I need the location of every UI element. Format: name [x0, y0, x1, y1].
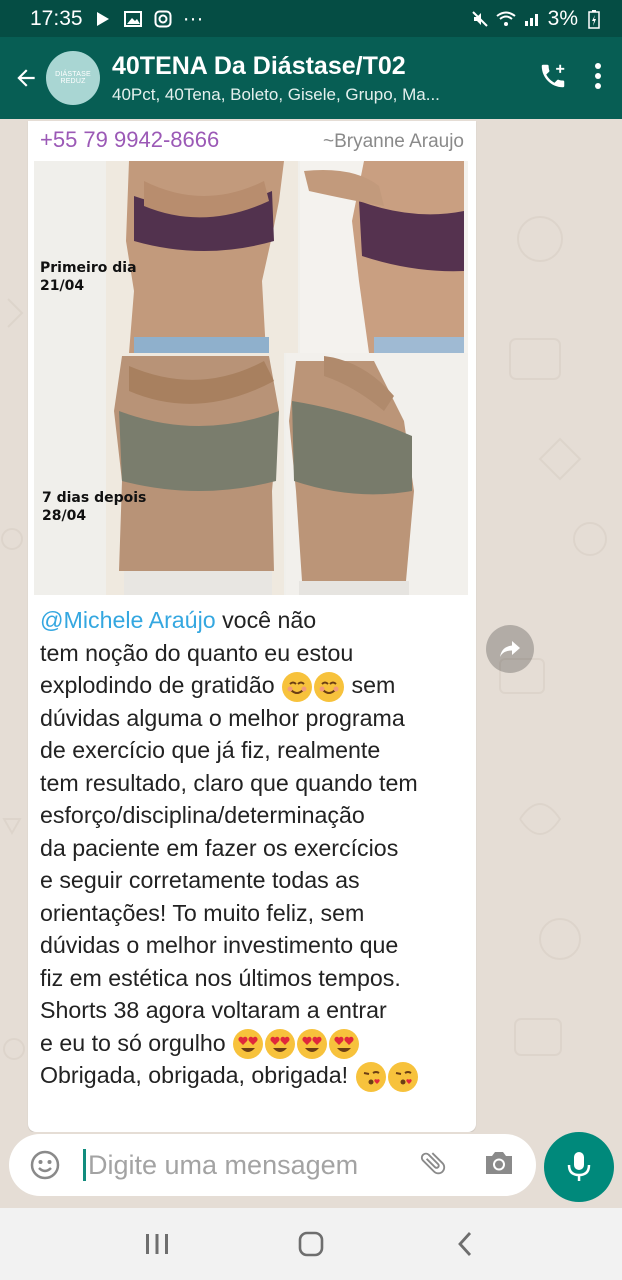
heart-eyes-emoji — [329, 1029, 360, 1060]
caption-first-day: Primeiro dia — [40, 260, 137, 276]
text-line-9: e seguir corretamente todas as — [40, 867, 360, 893]
smiley-icon — [30, 1150, 60, 1180]
wifi-icon — [496, 9, 516, 29]
notification-more: ··· — [182, 6, 204, 30]
heart-eyes-emoji — [297, 1029, 328, 1060]
text-line-2: tem noção do quanto eu estou — [40, 639, 354, 666]
sender-alias: ~Bryanne Araujo — [322, 131, 464, 152]
camera-button[interactable] — [482, 1146, 516, 1180]
caption-seven-days: 7 dias depois — [42, 490, 147, 506]
back-nav-button[interactable] — [443, 1222, 487, 1266]
text-line-1: @Michele Araújo você não — [40, 607, 317, 633]
recent-apps-button[interactable] — [135, 1222, 179, 1266]
back-button[interactable] — [6, 58, 46, 98]
text-line-11: dúvidas o melhor investimento que — [40, 932, 399, 958]
message-input-container[interactable] — [9, 1134, 536, 1196]
sender-row: +55 79 9942-8666 ~Bryanne Araujo — [40, 127, 464, 153]
before-after-photo — [34, 161, 468, 595]
smiling-face-emoji — [314, 671, 345, 702]
gallery-icon — [123, 9, 143, 29]
group-participants: 40Pct, 40Tena, Boleto, Gisele, Grupo, Ma… — [112, 84, 440, 104]
chat-title-block[interactable]: 40TENA Da Diástase/T02 40Pct, 40Tena, Bo… — [112, 52, 492, 105]
avatar-text: DIÁSTASE REDUZ — [55, 71, 91, 85]
caption-first-date: 21/04 — [40, 278, 85, 294]
text-line-4: dúvidas alguma o melhor programa — [40, 704, 405, 731]
text-line-15: Obrigada, obrigada, obrigada! — [40, 1060, 472, 1093]
message-bubble[interactable]: +55 79 9942-8666 ~Bryanne Araujo Primeir… — [28, 121, 476, 1132]
text-line-7: esforço/disciplina/determinação — [40, 802, 365, 828]
status-bar: 17:35 ··· 3% — [0, 0, 622, 37]
smiling-face-emoji — [282, 671, 313, 702]
sender-phone[interactable]: +55 79 9942-8666 — [40, 127, 219, 153]
text-line-3: explodindo de gratidão sem — [40, 670, 472, 703]
group-title: 40TENA Da Diástase/T02 — [112, 51, 406, 80]
text-line-8: da paciente em fazer os exercícios — [40, 834, 399, 861]
home-button[interactable] — [289, 1222, 333, 1266]
signal-icon — [522, 9, 542, 29]
more-menu-button[interactable] — [594, 62, 602, 95]
mute-icon — [470, 9, 490, 29]
text-line-14: e eu to só orgulho — [40, 1028, 472, 1061]
heart-eyes-emoji — [233, 1029, 264, 1060]
text-line-5: de exercício que já fiz, realmente — [40, 737, 381, 763]
voice-message-button[interactable] — [544, 1132, 614, 1202]
forward-icon — [500, 641, 520, 657]
chat-area[interactable]: +55 79 9942-8666 ~Bryanne Araujo Primeir… — [0, 119, 622, 1132]
more-vertical-icon — [595, 62, 601, 89]
microphone-icon — [567, 1152, 591, 1181]
add-call-button[interactable] — [538, 61, 568, 96]
heart-eyes-emoji — [265, 1029, 296, 1060]
face-blowing-kiss-emoji — [355, 1061, 386, 1092]
message-text: @Michele Araújo você não tem noção do qu… — [40, 605, 472, 1093]
recent-apps-icon — [146, 1234, 168, 1254]
message-input[interactable] — [88, 1149, 418, 1181]
caption-seven-date: 28/04 — [42, 508, 87, 524]
camera-icon — [486, 1152, 512, 1174]
attach-button[interactable] — [416, 1146, 450, 1180]
arrow-left-icon — [17, 69, 35, 87]
compose-bar — [0, 1132, 622, 1208]
system-navigation-bar — [0, 1208, 622, 1280]
phone-plus-icon — [541, 64, 565, 87]
forward-button[interactable] — [486, 625, 534, 673]
status-time: 17:35 — [30, 6, 83, 30]
instagram-icon — [153, 9, 173, 29]
paperclip-icon — [420, 1152, 446, 1175]
chevron-left-icon — [458, 1232, 472, 1256]
battery-charging-icon — [584, 9, 604, 29]
group-avatar[interactable]: DIÁSTASE REDUZ — [46, 51, 100, 105]
text-line-13: Shorts 38 agora voltaram a entrar — [40, 997, 387, 1023]
text-line-10: orientações! To muito feliz, sem — [40, 899, 365, 926]
home-icon — [298, 1231, 324, 1257]
text-cursor — [83, 1149, 86, 1181]
play-store-icon — [93, 9, 113, 29]
face-blowing-kiss-emoji — [387, 1061, 418, 1092]
chat-header: DIÁSTASE REDUZ 40TENA Da Diástase/T02 40… — [0, 37, 622, 119]
emoji-button[interactable] — [27, 1147, 63, 1183]
message-photo[interactable]: Primeiro dia 21/04 7 dias depois 28/04 — [34, 161, 468, 595]
mention-link[interactable]: @Michele Araújo — [40, 607, 216, 633]
text-line-6: tem resultado, claro que quando tem — [40, 769, 418, 796]
battery-percent: 3% — [547, 6, 578, 30]
text-line-12: fiz em estética nos últimos tempos. — [40, 964, 401, 991]
